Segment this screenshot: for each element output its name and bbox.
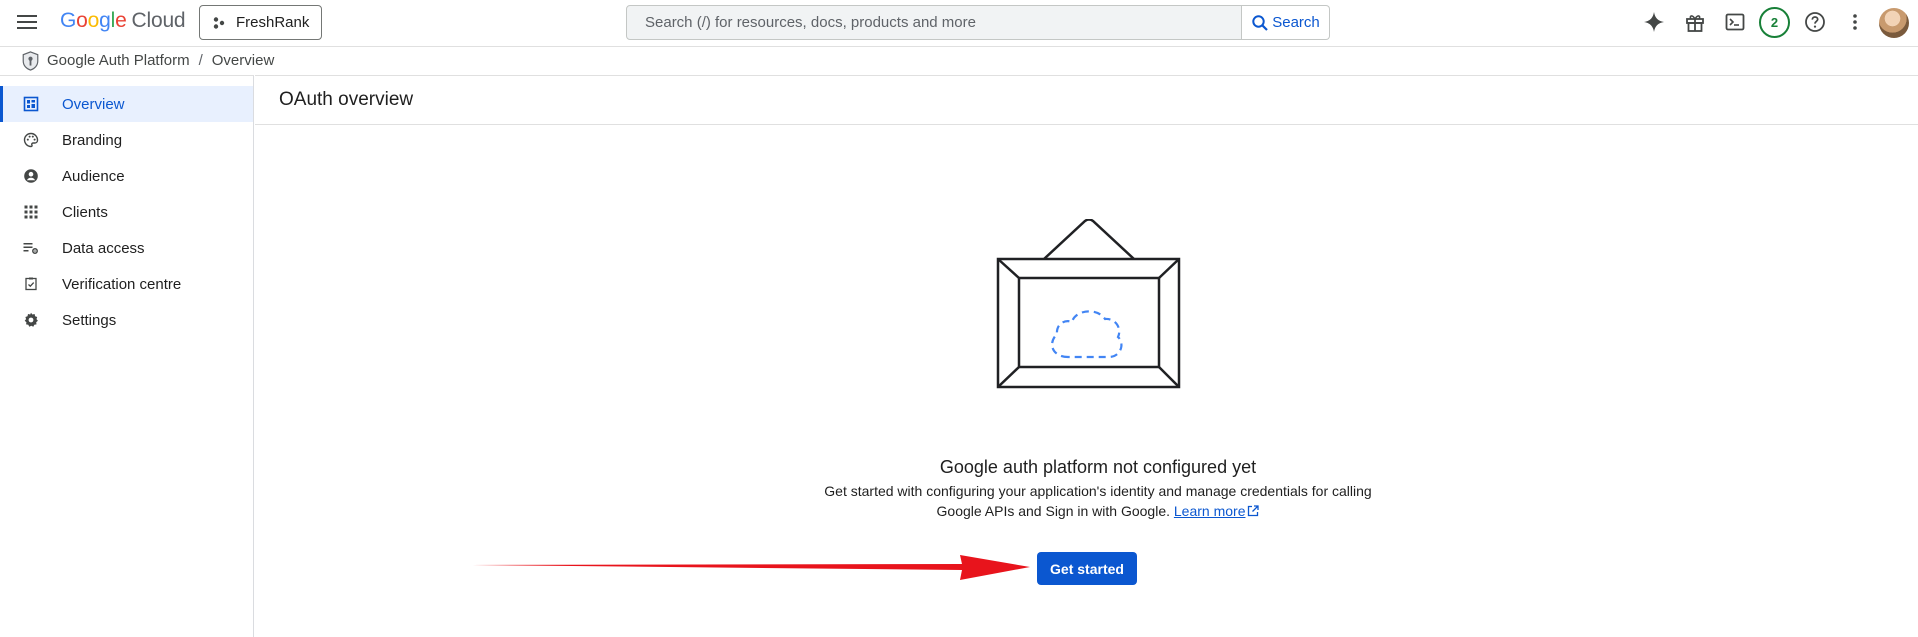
logo-google-text: Google	[60, 9, 127, 32]
search-icon	[1252, 14, 1269, 31]
empty-state-description: Get started with configuring your applic…	[803, 481, 1393, 521]
gear-icon	[23, 312, 39, 328]
breadcrumb-item-overview[interactable]: Overview	[212, 52, 275, 69]
empty-state-description-text: Get started with configuring your applic…	[824, 483, 1372, 519]
sidebar-item-label: Verification centre	[62, 275, 182, 293]
google-cloud-logo[interactable]: Google Cloud	[60, 9, 186, 33]
empty-state-title: Google auth platform not configured yet	[939, 457, 1257, 477]
annotation-arrow-icon	[472, 555, 1030, 580]
sidebar-item-overview[interactable]: Overview	[0, 86, 253, 122]
search-button[interactable]: Search	[1242, 5, 1330, 40]
logo-cloud-text: Cloud	[131, 9, 186, 32]
page-title: OAuth overview	[279, 89, 414, 110]
sidebar: Overview Branding Audience Clients Data …	[0, 75, 254, 637]
account-circle-icon	[23, 168, 39, 184]
project-picker-button[interactable]: FreshRank	[199, 5, 322, 40]
dashboard-icon	[23, 96, 39, 112]
cloud-shell-terminal-icon[interactable]	[1722, 9, 1748, 35]
get-started-button[interactable]: Get started	[1037, 552, 1137, 585]
sidebar-item-label: Audience	[62, 167, 125, 185]
hamburger-menu-icon[interactable]	[14, 10, 40, 34]
open-in-new-icon	[1248, 505, 1260, 517]
breadcrumb: Google Auth Platform / Overview	[0, 46, 1918, 74]
avatar[interactable]	[1879, 8, 1909, 38]
top-bar: GoogleCloud FreshRank Search 2	[0, 0, 1918, 44]
search-button-label: Search	[1272, 14, 1320, 31]
learn-more-label: Learn more	[1173, 503, 1246, 519]
sidebar-item-label: Settings	[62, 311, 117, 329]
data-access-icon	[23, 240, 39, 256]
page-header: OAuth overview	[255, 76, 1918, 125]
apps-grid-icon	[23, 204, 39, 220]
sidebar-item-label: Overview	[62, 95, 125, 113]
more-vert-icon[interactable]	[1842, 9, 1868, 35]
project-icon	[213, 16, 225, 29]
palette-icon	[23, 132, 39, 148]
sidebar-item-audience[interactable]: Audience	[0, 158, 253, 194]
sidebar-item-data-access[interactable]: Data access	[0, 230, 253, 266]
verification-icon	[23, 276, 39, 292]
shield-icon	[22, 50, 39, 71]
sidebar-item-branding[interactable]: Branding	[0, 122, 253, 158]
notifications-badge[interactable]: 2	[1759, 7, 1790, 38]
sidebar-item-label: Data access	[62, 239, 145, 257]
search-bar[interactable]	[626, 5, 1242, 40]
sidebar-item-label: Branding	[62, 131, 123, 149]
search-input[interactable]	[645, 14, 1241, 31]
help-icon[interactable]	[1802, 9, 1828, 35]
breadcrumb-item-google-auth-platform[interactable]: Google Auth Platform	[47, 52, 190, 69]
sidebar-item-verification-centre[interactable]: Verification centre	[0, 266, 253, 302]
sidebar-item-settings[interactable]: Settings	[0, 302, 253, 338]
project-name: FreshRank	[236, 14, 310, 31]
learn-more-link[interactable]: Learn more	[1174, 503, 1260, 519]
sidebar-item-label: Clients	[62, 203, 108, 221]
breadcrumb-separator: /	[198, 52, 203, 69]
gemini-sparkle-icon[interactable]	[1641, 9, 1667, 35]
gift-icon[interactable]	[1682, 9, 1708, 35]
empty-state-illustration	[996, 219, 1181, 389]
sidebar-item-clients[interactable]: Clients	[0, 194, 253, 230]
